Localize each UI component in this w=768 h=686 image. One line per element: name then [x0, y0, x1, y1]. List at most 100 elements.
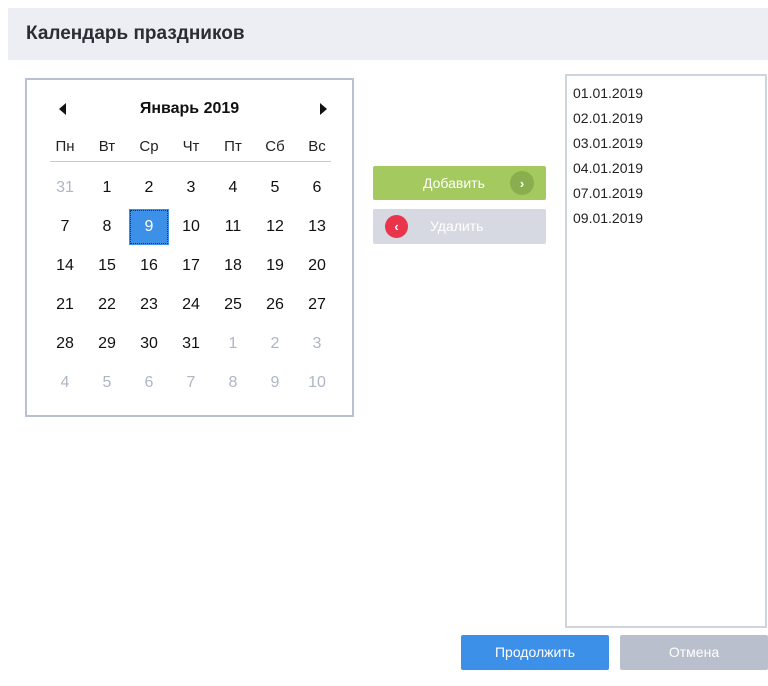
calendar-day[interactable]: 31 [44, 168, 86, 207]
calendar-day-number: 2 [144, 178, 154, 196]
date-list-item[interactable]: 07.01.2019 [567, 181, 765, 206]
calendar-day[interactable]: 29 [86, 324, 128, 363]
calendar-day-number: 23 [140, 295, 158, 313]
calendar-week: 31 1 2 3 4 5 6 [44, 168, 338, 207]
calendar-day-number: 31 [56, 178, 74, 196]
prev-month-button[interactable] [50, 95, 74, 123]
calendar-day[interactable]: 9 [254, 363, 296, 402]
calendar-day-number: 5 [270, 178, 280, 196]
calendar-week: 4 5 6 7 8 9 10 [44, 363, 338, 402]
add-date-button[interactable]: Добавить › [373, 166, 546, 200]
calendar-day-number: 11 [224, 217, 242, 235]
weekday-label: Вт [98, 138, 116, 155]
calendar-day[interactable]: 8 [86, 207, 128, 246]
calendar-day[interactable]: 6 [128, 363, 170, 402]
calendar-day-number: 29 [98, 334, 116, 352]
calendar-day-number: 9 [129, 208, 169, 245]
calendar-day[interactable]: 3 [296, 324, 338, 363]
calendar-day-number: 14 [56, 256, 74, 274]
calendar-day[interactable]: 8 [212, 363, 254, 402]
chevron-left-icon: ‹ [385, 215, 408, 238]
calendar-day[interactable]: 25 [212, 285, 254, 324]
calendar-day-number: 7 [186, 373, 196, 391]
calendar-day-number: 9 [270, 373, 280, 391]
calendar-day-number: 28 [56, 334, 74, 352]
date-list-item[interactable]: 03.01.2019 [567, 131, 765, 156]
selected-dates-list[interactable]: 01.01.2019 02.01.2019 03.01.2019 04.01.2019… [565, 74, 767, 628]
month-title-wrap: Январь 2019 [27, 95, 352, 123]
calendar-day[interactable]: 15 [86, 246, 128, 285]
calendar-day[interactable]: 16 [128, 246, 170, 285]
calendar-day[interactable]: 31 [170, 324, 212, 363]
calendar-nav: Январь 2019 [27, 95, 352, 123]
weekday-label: Пн [55, 138, 75, 155]
date-list-item[interactable]: 02.01.2019 [567, 106, 765, 131]
calendar-day-number: 16 [140, 256, 158, 274]
calendar-day-number: 17 [182, 256, 200, 274]
calendar-week: 7 8 9 10 11 12 13 [44, 207, 338, 246]
calendar-day[interactable]: 4 [212, 168, 254, 207]
calendar-day[interactable]: 5 [86, 363, 128, 402]
calendar-day-number: 7 [60, 217, 70, 235]
calendar-day[interactable]: 14 [44, 246, 86, 285]
calendar-day[interactable]: 11 [212, 207, 254, 246]
calendar-day[interactable]: 7 [44, 207, 86, 246]
calendar-day[interactable]: 6 [296, 168, 338, 207]
date-list-item[interactable]: 04.01.2019 [567, 156, 765, 181]
month-title[interactable]: Январь 2019 [140, 100, 239, 117]
calendar-day-number: 19 [266, 256, 284, 274]
calendar-day-number: 1 [102, 178, 112, 196]
next-month-button[interactable] [311, 95, 335, 123]
calendar-day[interactable]: 2 [128, 168, 170, 207]
calendar-day[interactable]: 17 [170, 246, 212, 285]
weekday-header: Пн Вт Ср Чт Пт Сб Вс [44, 134, 338, 160]
calendar-day-number: 4 [60, 373, 70, 391]
calendar-day[interactable]: 1 [86, 168, 128, 207]
arrow-left-icon [58, 103, 66, 115]
calendar-day[interactable]: 7 [170, 363, 212, 402]
calendar-day[interactable]: 10 [170, 207, 212, 246]
date-list-item[interactable]: 09.01.2019 [567, 206, 765, 231]
calendar-day[interactable]: 10 [296, 363, 338, 402]
calendar-day[interactable]: 2 [254, 324, 296, 363]
calendar-day[interactable]: 19 [254, 246, 296, 285]
remove-date-label: Удалить [430, 218, 484, 234]
calendar-day[interactable]: 1 [212, 324, 254, 363]
calendar-day-number: 10 [182, 217, 200, 235]
remove-date-button[interactable]: ‹ Удалить [373, 209, 546, 244]
date-list-item[interactable]: 01.01.2019 [567, 81, 765, 106]
calendar-day[interactable]: 27 [296, 285, 338, 324]
calendar-day[interactable]: 28 [44, 324, 86, 363]
calendar-day[interactable]: 18 [212, 246, 254, 285]
dialog-title: Календарь праздников [26, 23, 245, 44]
calendar-week: 28 29 30 31 1 2 3 [44, 324, 338, 363]
calendar-day[interactable]: 26 [254, 285, 296, 324]
calendar-day-number: 8 [228, 373, 238, 391]
calendar-day[interactable]: 20 [296, 246, 338, 285]
calendar-day[interactable]: 12 [254, 207, 296, 246]
calendar-day-number: 3 [186, 178, 196, 196]
calendar-day-number: 4 [228, 178, 238, 196]
calendar-day[interactable]: 3 [170, 168, 212, 207]
calendar-day-number: 21 [56, 295, 74, 313]
calendar-day[interactable]: 24 [170, 285, 212, 324]
calendar-day-number: 10 [308, 373, 326, 391]
weekday-divider [50, 161, 331, 162]
calendar-day[interactable]: 30 [128, 324, 170, 363]
calendar-day-selected[interactable]: 9 [128, 207, 170, 246]
calendar-day[interactable]: 5 [254, 168, 296, 207]
continue-button[interactable]: Продолжить [461, 635, 609, 670]
chevron-right-icon: › [510, 171, 534, 195]
cancel-button[interactable]: Отмена [620, 635, 768, 670]
calendar-week: 21 22 23 24 25 26 27 [44, 285, 338, 324]
calendar-day[interactable]: 4 [44, 363, 86, 402]
calendar-day-number: 13 [308, 217, 326, 235]
calendar-day-number: 6 [144, 373, 154, 391]
calendar-day-number: 27 [308, 295, 326, 313]
calendar-day[interactable]: 22 [86, 285, 128, 324]
calendar-day[interactable]: 21 [44, 285, 86, 324]
calendar-day[interactable]: 13 [296, 207, 338, 246]
calendar-day-number: 30 [140, 334, 158, 352]
calendar-day-number: 26 [266, 295, 284, 313]
calendar-day[interactable]: 23 [128, 285, 170, 324]
